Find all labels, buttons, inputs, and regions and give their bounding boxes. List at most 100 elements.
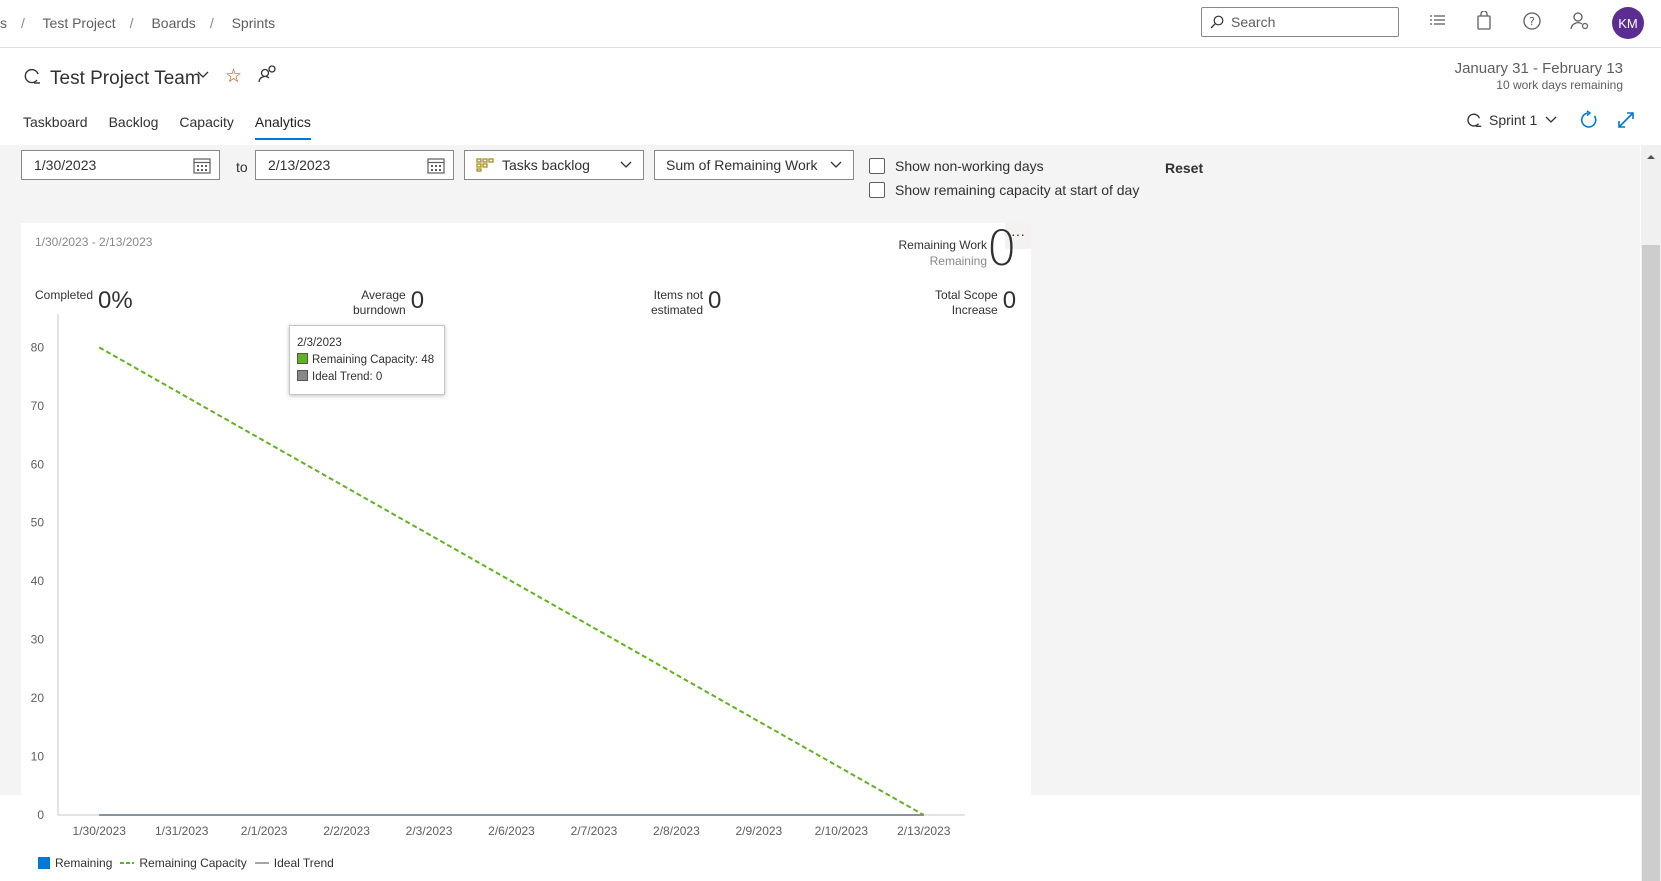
backlog-icon xyxy=(476,158,494,172)
chevron-down-icon xyxy=(830,161,842,168)
checkbox[interactable] xyxy=(869,158,885,174)
legend-item-remaining[interactable]: Remaining xyxy=(38,856,112,870)
y-tick-label: 40 xyxy=(31,574,45,588)
x-tick-label: 2/7/2023 xyxy=(571,824,618,838)
shopping-bag-icon[interactable] xyxy=(1476,11,1492,31)
completed-value: 0% xyxy=(98,287,133,314)
remaining-work-value: 0 xyxy=(986,221,1017,277)
legend-label-remaining: Remaining xyxy=(55,856,113,870)
sprint-icon xyxy=(1467,113,1482,127)
search-icon xyxy=(1210,15,1224,29)
x-tick-label: 2/2/2023 xyxy=(323,824,370,838)
legend-swatch-ideal-trend xyxy=(254,862,269,864)
tab-taskboard[interactable]: Taskboard xyxy=(23,114,88,140)
average-burndown-label-line2: burndown xyxy=(353,303,406,317)
show-capacity-label: Show remaining capacity at start of day xyxy=(895,182,1140,198)
x-tick-label: 1/31/2023 xyxy=(155,824,209,838)
backlog-dropdown[interactable]: Tasks backlog xyxy=(464,150,644,180)
calendar-icon[interactable] xyxy=(193,157,211,174)
scroll-up-arrow-icon[interactable] xyxy=(1641,150,1661,164)
scrollbar-thumb[interactable] xyxy=(1642,245,1660,881)
average-burndown-value: 0 xyxy=(410,287,425,314)
team-members-icon[interactable] xyxy=(258,64,278,84)
avatar[interactable]: KM xyxy=(1612,7,1644,39)
tab-capacity[interactable]: Capacity xyxy=(179,114,233,140)
x-tick-label: 2/13/2023 xyxy=(897,824,951,838)
average-burndown-metric: Average burndown 0 xyxy=(353,288,424,318)
team-name[interactable]: Test Project Team xyxy=(50,68,201,90)
breadcrumb-item[interactable]: s xyxy=(0,15,7,31)
total-scope-value: 0 xyxy=(1002,287,1017,314)
x-tick-label: 2/6/2023 xyxy=(488,824,535,838)
breadcrumb-item-sprints[interactable]: Sprints xyxy=(232,15,276,31)
show-capacity-checkbox[interactable]: Show remaining capacity at start of day xyxy=(869,182,1139,198)
start-date-picker[interactable]: 1/30/2023 xyxy=(21,150,220,180)
burndown-chart: 0 10 20 30 40 50 60 70 80 1/30/2023 1/31/2023 2/1/2… xyxy=(31,314,965,838)
y-tick-label: 80 xyxy=(31,340,45,354)
breadcrumb-item-project[interactable]: Test Project xyxy=(43,15,116,31)
chart-tooltip: 2/3/2023 Remaining Capacity: 48 Ideal Tr… xyxy=(289,325,445,395)
reset-button[interactable]: Reset xyxy=(1165,160,1203,176)
tab-backlog[interactable]: Backlog xyxy=(109,114,159,140)
remaining-sub-label: Remaining xyxy=(929,254,987,268)
swatch-ideal-trend xyxy=(297,370,308,381)
list-settings-icon[interactable] xyxy=(1429,11,1447,31)
show-nonworking-label: Show non-working days xyxy=(895,158,1044,174)
legend-item-ideal-trend[interactable]: Ideal Trend xyxy=(254,856,334,870)
iteration-dates: January 31 - February 13 10 work days re… xyxy=(1455,60,1623,92)
items-not-estimated-line2: estimated xyxy=(651,303,704,317)
tooltip-ideal-text: Ideal Trend: 0 xyxy=(312,371,383,383)
show-nonworking-checkbox[interactable]: Show non-working days xyxy=(869,158,1044,174)
fullscreen-icon[interactable] xyxy=(1616,110,1636,130)
completed-label: Completed xyxy=(35,288,94,302)
backlog-value: Tasks backlog xyxy=(502,157,590,173)
y-tick-label: 60 xyxy=(31,457,45,471)
end-date-value: 2/13/2023 xyxy=(268,157,331,173)
tooltip-date: 2/3/2023 xyxy=(297,337,342,349)
y-tick-label: 50 xyxy=(31,516,45,530)
breadcrumb-item-boards[interactable]: Boards xyxy=(151,15,195,31)
refresh-icon[interactable] xyxy=(1579,110,1599,130)
average-burndown-label-line1: Average xyxy=(361,288,406,302)
team-header: Test Project Team ☆ January 31 - Februar… xyxy=(0,48,1661,144)
y-tick-label: 20 xyxy=(31,691,45,705)
total-scope-metric: Total Scope Increase 0 xyxy=(935,288,1016,318)
legend-label-remaining-capacity: Remaining Capacity xyxy=(139,856,247,870)
tab-analytics[interactable]: Analytics xyxy=(254,114,311,140)
chart-legend: Remaining Remaining Capacity Ideal Trend xyxy=(38,856,342,870)
search-input[interactable]: Search xyxy=(1201,7,1399,37)
legend-item-remaining-capacity[interactable]: Remaining Capacity xyxy=(120,856,247,870)
chevron-down-icon[interactable] xyxy=(196,70,210,80)
total-scope-line2: Increase xyxy=(951,303,998,317)
to-label: to xyxy=(236,159,248,175)
iteration-date-range: January 31 - February 13 xyxy=(1454,60,1623,77)
metric-dropdown[interactable]: Sum of Remaining Work xyxy=(654,150,854,180)
vertical-scrollbar[interactable] xyxy=(1641,145,1661,881)
items-not-estimated-label: Items not estimated xyxy=(651,288,703,318)
help-icon[interactable]: ? xyxy=(1522,11,1542,31)
checkbox[interactable] xyxy=(869,182,885,198)
sprint-selector[interactable]: Sprint 1 xyxy=(1465,111,1558,129)
average-burndown-label: Average burndown xyxy=(353,288,406,318)
breadcrumb-separator: / xyxy=(21,15,25,31)
remaining-work-summary: Remaining Work Remaining xyxy=(899,237,987,269)
iteration-remaining: 10 work days remaining xyxy=(1496,78,1623,92)
x-tick-label: 2/1/2023 xyxy=(241,824,288,838)
x-tick-label: 2/10/2023 xyxy=(815,824,869,838)
breadcrumb-separator: / xyxy=(209,15,214,31)
swatch-remaining-capacity xyxy=(297,353,308,364)
calendar-icon[interactable] xyxy=(427,157,445,174)
sprint-icon xyxy=(24,68,40,84)
user-settings-icon[interactable] xyxy=(1570,11,1590,31)
tooltip-capacity-text: Remaining Capacity: 48 xyxy=(312,354,435,366)
chart-date-range: 1/30/2023 - 2/13/2023 xyxy=(35,235,153,249)
remaining-work-label: Remaining Work xyxy=(898,238,987,252)
y-tick-label: 0 xyxy=(37,808,44,822)
items-not-estimated-value: 0 xyxy=(708,287,722,314)
legend-swatch-remaining-capacity xyxy=(120,862,135,864)
favorite-star-icon[interactable]: ☆ xyxy=(225,65,242,88)
end-date-picker[interactable]: 2/13/2023 xyxy=(255,150,454,180)
top-bar: s / Test Project / Boards / Sprints Search … xyxy=(0,0,1661,48)
items-not-estimated-metric: Items not estimated 0 xyxy=(651,288,721,318)
tooltip-line-capacity: Remaining Capacity: 48 xyxy=(297,352,437,369)
